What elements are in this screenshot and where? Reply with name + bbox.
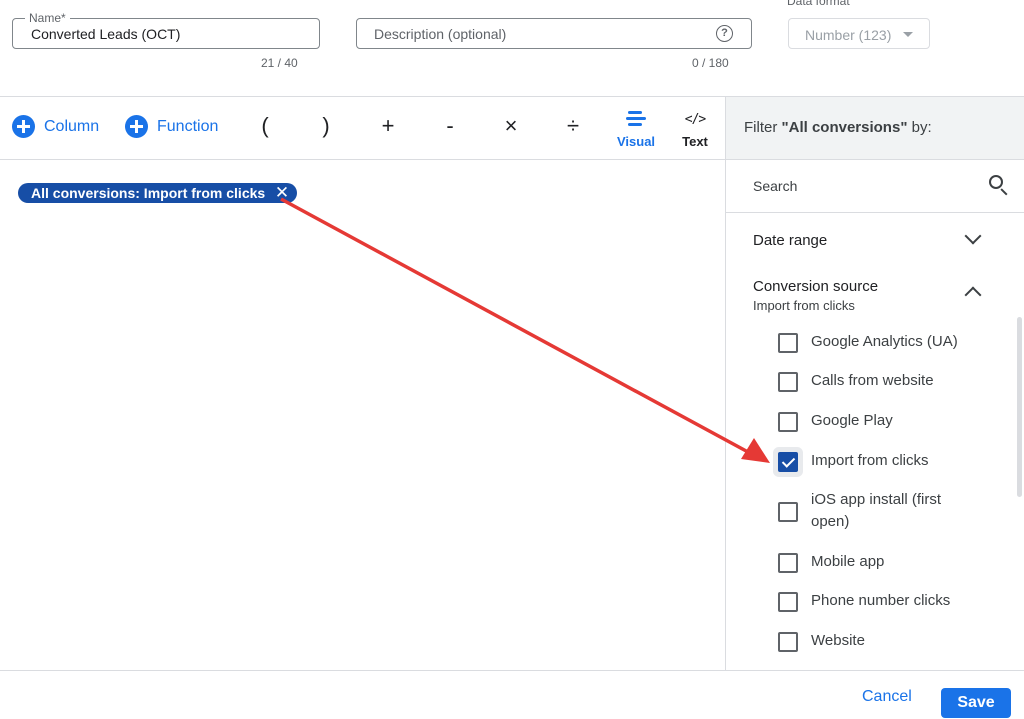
- filter-panel-title: Filter "All conversions" by:: [744, 119, 932, 136]
- data-format-value: Number (123): [805, 27, 892, 43]
- data-format-label: Data format: [787, 0, 850, 8]
- add-column-label: Column: [44, 117, 100, 135]
- add-circle-icon: [12, 115, 35, 138]
- text-mode-button[interactable]: </> Text: [670, 108, 720, 150]
- add-function-button[interactable]: Function: [125, 115, 218, 138]
- visual-lines-icon: [626, 111, 646, 127]
- option-ios-app-install[interactable]: iOS app install (first open): [778, 491, 971, 533]
- description-field[interactable]: Description (optional) ?: [356, 18, 752, 49]
- cancel-button[interactable]: Cancel: [862, 688, 912, 706]
- data-format-select[interactable]: Number (123): [788, 18, 930, 49]
- visual-mode-label: Visual: [616, 134, 656, 149]
- multiply-operator-button[interactable]: ×: [499, 113, 523, 139]
- subtract-operator-button[interactable]: -: [438, 113, 462, 139]
- option-website[interactable]: Website: [778, 632, 971, 652]
- date-range-title: Date range: [753, 232, 828, 249]
- option-calls-from-website[interactable]: Calls from website: [778, 372, 971, 392]
- option-google-analytics[interactable]: Google Analytics (UA): [778, 333, 971, 353]
- conversion-source-title: Conversion source: [753, 278, 879, 295]
- filter-panel: Filter "All conversions" by: Search Date…: [725, 97, 1024, 670]
- chevron-down-icon[interactable]: [964, 227, 982, 245]
- save-button[interactable]: Save: [941, 688, 1011, 718]
- add-circle-icon: [125, 115, 148, 138]
- chevron-down-icon: [903, 32, 913, 37]
- chevron-up-icon[interactable]: [964, 286, 982, 304]
- code-icon: </>: [684, 111, 707, 127]
- add-function-label: Function: [157, 117, 219, 135]
- open-paren-button[interactable]: (: [253, 113, 277, 139]
- description-placeholder: Description (optional): [374, 26, 507, 42]
- formula-chip[interactable]: All conversions: Import from clicks ✕: [18, 183, 298, 203]
- panel-scrollbar[interactable]: [1017, 317, 1022, 497]
- visual-mode-button[interactable]: Visual: [611, 108, 661, 149]
- option-google-play[interactable]: Google Play: [778, 412, 971, 432]
- dialog-footer: Cancel Save: [0, 670, 1024, 719]
- option-label: Google Play: [811, 412, 893, 429]
- checkbox[interactable]: [778, 372, 798, 392]
- add-operator-button[interactable]: +: [376, 113, 400, 139]
- formula-chip-label: All conversions: Import from clicks: [31, 185, 266, 201]
- close-paren-button[interactable]: ): [314, 113, 338, 139]
- text-mode-label: Text: [682, 134, 708, 149]
- search-icon[interactable]: [989, 175, 1009, 196]
- formula-editor[interactable]: All conversions: Import from clicks ✕: [0, 161, 726, 670]
- search-input[interactable]: Search: [753, 178, 797, 194]
- option-label: Mobile app: [811, 553, 885, 570]
- name-field[interactable]: Name* Converted Leads (OCT): [12, 10, 320, 49]
- checkbox[interactable]: [778, 632, 798, 652]
- checkbox[interactable]: [778, 502, 798, 522]
- checkbox[interactable]: [778, 333, 798, 353]
- filter-search[interactable]: Search: [726, 160, 1024, 213]
- help-icon[interactable]: ?: [716, 25, 733, 42]
- option-label: Import from clicks: [811, 452, 929, 469]
- add-column-button[interactable]: Column: [12, 115, 99, 138]
- checkbox[interactable]: [778, 553, 798, 573]
- checkbox[interactable]: [778, 412, 798, 432]
- filter-panel-header: Filter "All conversions" by:: [726, 97, 1024, 160]
- option-label: Phone number clicks: [811, 592, 951, 609]
- option-label: Calls from website: [811, 372, 934, 389]
- divide-operator-button[interactable]: ÷: [561, 113, 585, 139]
- checkbox-checked[interactable]: [778, 452, 798, 472]
- checkbox[interactable]: [778, 592, 798, 612]
- name-field-value[interactable]: Converted Leads (OCT): [31, 26, 180, 42]
- formula-toolbar: Column Function ( ) + - × ÷ Visual </> T…: [0, 97, 726, 160]
- option-label: Google Analytics (UA): [811, 333, 958, 350]
- name-char-counter: 21 / 40: [261, 56, 298, 70]
- close-icon[interactable]: ✕: [275, 183, 289, 203]
- option-phone-number-clicks[interactable]: Phone number clicks: [778, 592, 971, 612]
- metric-form-header: Name* Converted Leads (OCT) 21 / 40 Desc…: [0, 0, 1024, 97]
- option-import-from-clicks[interactable]: Import from clicks: [778, 452, 971, 472]
- option-label: Website: [811, 632, 865, 649]
- conversion-source-subtitle: Import from clicks: [753, 298, 855, 313]
- name-field-label: Name*: [25, 10, 70, 26]
- option-label: iOS app install (first open): [811, 491, 942, 530]
- option-mobile-app[interactable]: Mobile app: [778, 553, 971, 573]
- description-char-counter: 0 / 180: [692, 56, 729, 70]
